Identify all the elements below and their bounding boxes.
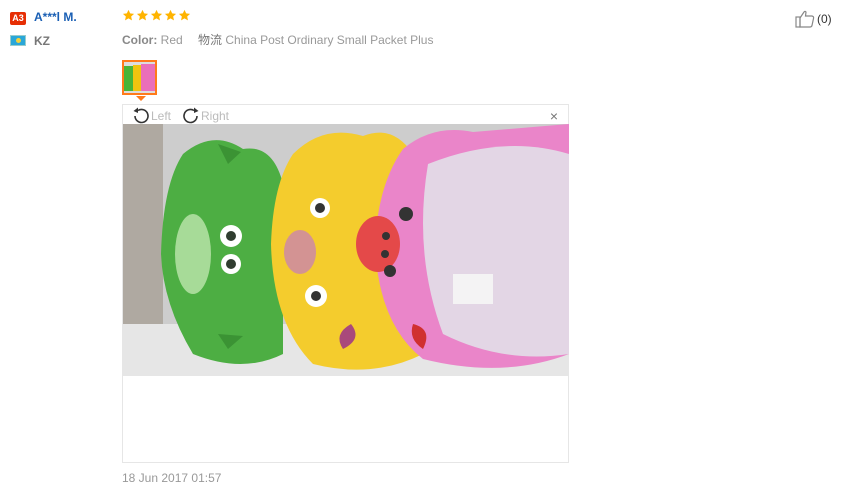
star-icon (164, 9, 177, 21)
rotate-right-icon (183, 107, 199, 124)
reviewer-name-link[interactable]: A***l M. (34, 10, 77, 24)
close-viewer-button[interactable]: × (550, 109, 558, 123)
thumbnail-pointer (136, 96, 146, 101)
attribute-value: China Post Ordinary Small Packet Plus (225, 33, 434, 47)
star-icon (150, 9, 163, 21)
review-date: 18 Jun 2017 01:57 (122, 471, 222, 485)
review-photo-thumbnail[interactable] (122, 60, 157, 95)
country-code: KZ (34, 34, 50, 48)
star-rating (122, 9, 191, 23)
star-icon (136, 9, 149, 21)
review-photo (123, 124, 569, 376)
rotate-left-label: Left (151, 109, 172, 123)
attribute-value: Red (160, 33, 183, 47)
thumbs-up-icon (795, 10, 815, 28)
star-icon (122, 9, 135, 21)
photo-viewer: Left Right × (122, 104, 569, 463)
rank-badge: A3 (10, 12, 26, 25)
helpful-button[interactable]: (0) (795, 10, 832, 28)
thumbnail-image (124, 62, 155, 93)
rotate-right-button[interactable]: Right (181, 107, 229, 125)
rotate-right-label: Right (201, 109, 230, 123)
rotate-left-button[interactable]: Left (131, 107, 171, 125)
helpful-count: (0) (817, 12, 832, 26)
rotate-left-icon (133, 107, 149, 124)
attribute-key: Color: (122, 33, 158, 47)
star-icon (178, 9, 191, 21)
attribute-key: 物流 (198, 33, 223, 47)
order-attributes: Color: Red 物流 China Post Ordinary Small … (122, 31, 445, 48)
country-flag-icon (10, 35, 26, 46)
